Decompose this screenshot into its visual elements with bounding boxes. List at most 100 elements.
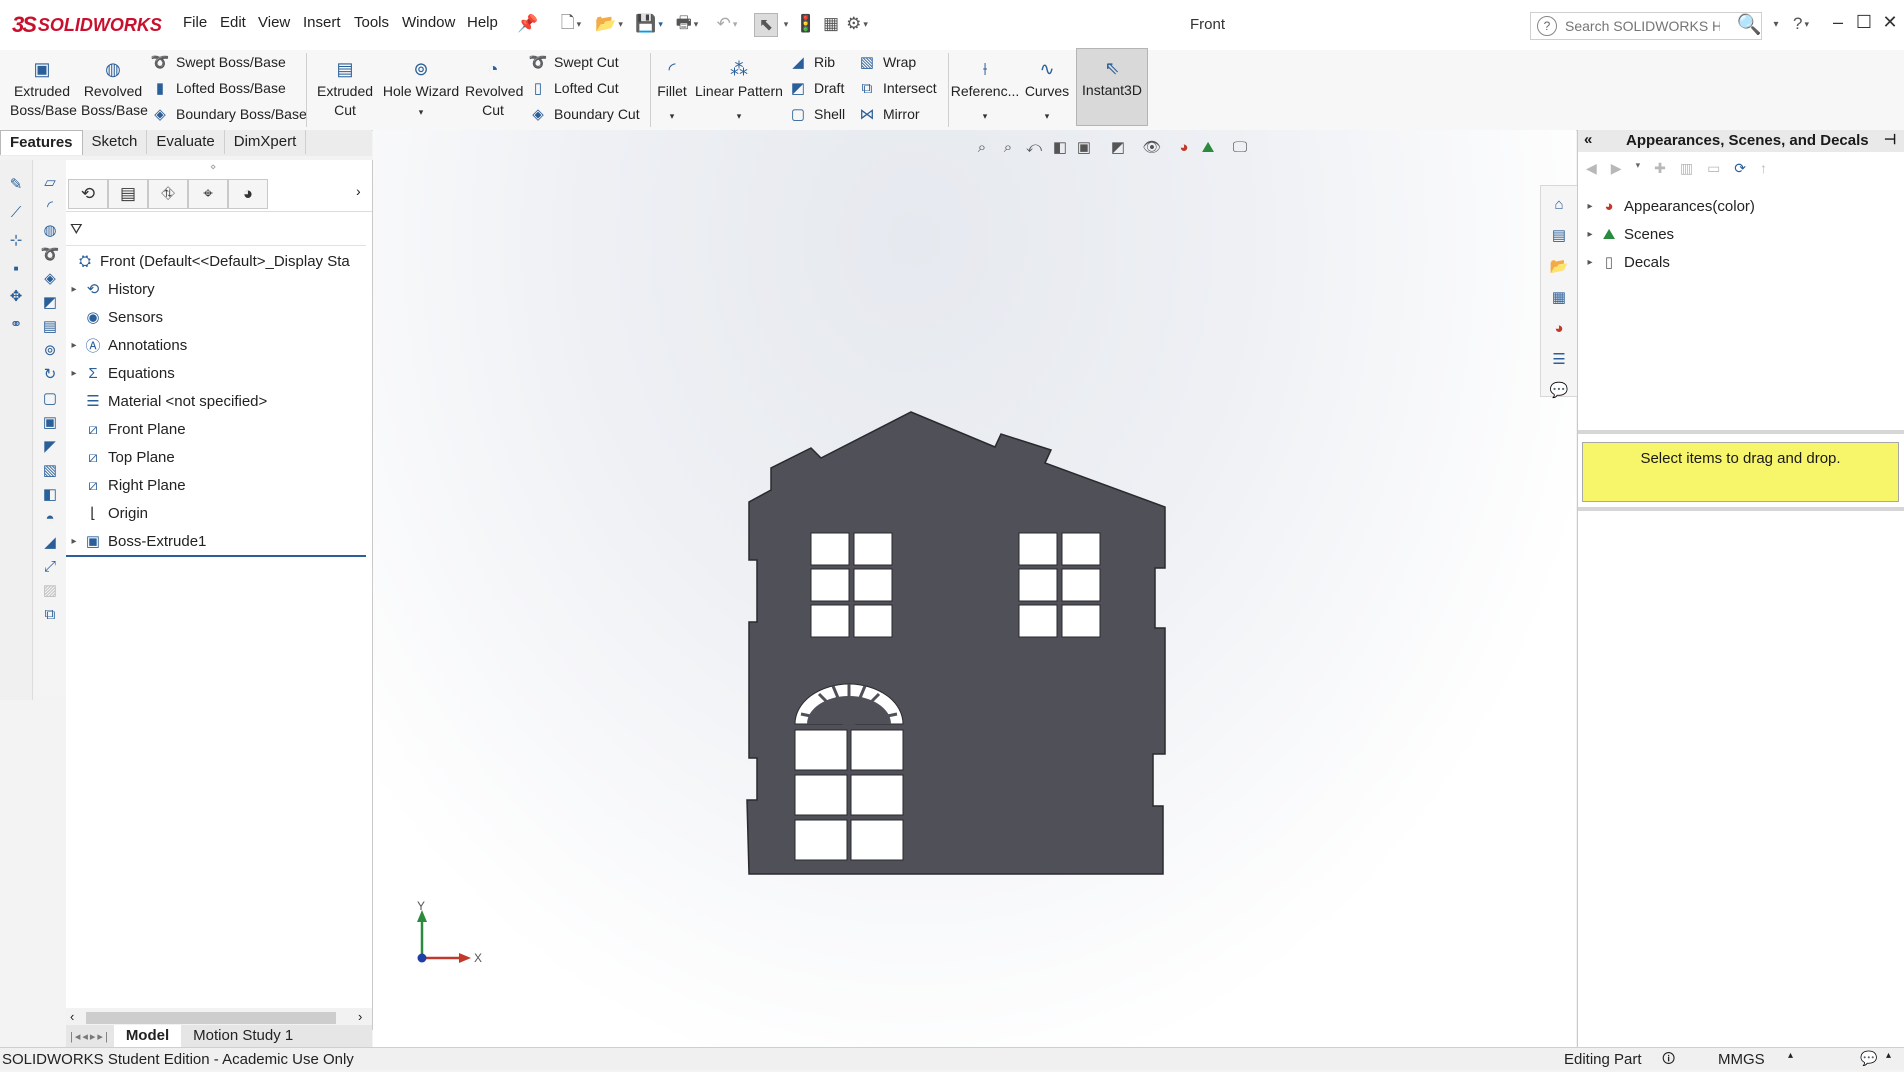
boundary-cut-button[interactable]: ◈ Boundary Cut (528, 102, 639, 126)
refresh-icon[interactable]: ⟳ (1734, 160, 1746, 177)
print-icon[interactable]: 🖶 ▾ (676, 13, 699, 35)
forward-arrow-icon[interactable]: ▶ (1611, 160, 1622, 177)
hole-wizard-dropdown-icon[interactable]: ▾ (419, 103, 424, 122)
reference-geometry-button[interactable]: ⟊ Referenc... ▾ (951, 52, 1019, 126)
design-library-icon[interactable]: ▤ (1546, 222, 1572, 248)
select-cursor-icon[interactable]: ⬉ (754, 13, 778, 37)
linear-pattern-dropdown-icon[interactable]: ▾ (737, 107, 742, 126)
units-menu-icon[interactable]: ▴ (1788, 1050, 1793, 1061)
scale-tool-icon[interactable]: ⤢ (38, 554, 62, 578)
wrap-button[interactable]: ▧ Wrap (857, 50, 937, 74)
swept-boss-button[interactable]: ➰ Swept Boss/Base (150, 50, 307, 74)
close-icon[interactable]: ✕ (1878, 12, 1902, 33)
scroll-left-icon[interactable]: ‹ (70, 1009, 74, 1024)
rib-tool-icon[interactable]: ◢ (38, 530, 62, 554)
hole-tool-icon[interactable]: ⊚ (38, 338, 62, 362)
draft-button[interactable]: ◩ Draft (788, 76, 845, 100)
tab-features[interactable]: Features (0, 130, 83, 155)
curves-dropdown-icon[interactable]: ▾ (1045, 107, 1050, 126)
history-dropdown-icon[interactable]: ▾ (1636, 160, 1641, 177)
intersect-button[interactable]: ⧉ Intersect (857, 76, 937, 100)
shell-button[interactable]: ▢ Shell (788, 102, 845, 126)
mirror-button[interactable]: ⋈ Mirror (857, 102, 937, 126)
disabled-tool-icon[interactable]: ▨ (38, 578, 62, 602)
status-dropdown-icon[interactable]: ▴ (1886, 1050, 1891, 1061)
display-manager-tab-icon[interactable]: ◕ (228, 179, 268, 209)
status-units[interactable]: MMGS (1718, 1051, 1765, 1068)
chamfer-tool-icon[interactable]: ◤ (38, 434, 62, 458)
forum-icon[interactable]: 💬 (1546, 377, 1572, 403)
fillet-dropdown-icon[interactable]: ▾ (670, 107, 675, 126)
swept-cut-button[interactable]: ➰ Swept Cut (528, 50, 640, 74)
expand-arrow-icon[interactable]: ▸ (66, 340, 82, 351)
tree-item-decals[interactable]: ▸ ▯ Decals (1582, 248, 1892, 276)
wrap-tool-icon[interactable]: ▧ (38, 458, 62, 482)
mate-icon[interactable]: ⚭ (4, 312, 28, 336)
plane-tool-icon[interactable]: ▱ (38, 170, 62, 194)
search-dropdown-icon[interactable]: ▾ (1765, 13, 1787, 35)
save-icon[interactable]: 💾 ▾ (635, 13, 663, 35)
tree-item-material[interactable]: ☰ Material <not specified> (66, 387, 372, 415)
line-icon[interactable]: ⟋ (4, 200, 28, 224)
file-explorer-icon[interactable]: 📂 (1546, 253, 1572, 279)
extruded-boss-button[interactable]: ▣ Extruded Boss/Base (8, 52, 77, 120)
splitter[interactable] (1578, 507, 1904, 511)
new-folder-icon[interactable]: ▭ (1707, 160, 1720, 177)
tree-item-origin[interactable]: ⌊ Origin (66, 499, 372, 527)
file-properties-icon[interactable]: ▦ (820, 13, 842, 35)
tree-item-scenes[interactable]: ▸ ⛰ Scenes (1582, 220, 1892, 248)
coordinate-system-icon[interactable]: ⊹ (4, 228, 28, 252)
tree-item-appearances[interactable]: ▸ ◕ Appearances(color) (1582, 192, 1892, 220)
rotate-tool-icon[interactable]: ↻ (38, 362, 62, 386)
rib-button[interactable]: ◢ Rib (788, 50, 845, 74)
expand-arrow-icon[interactable]: ▸ (66, 368, 82, 379)
view-palette-icon[interactable]: ▦ (1546, 284, 1572, 310)
extruded-cut-button[interactable]: ▤ Extruded Cut (314, 52, 376, 120)
tree-item-sensors[interactable]: ◉ Sensors (66, 303, 372, 331)
menu-edit[interactable]: Edit (220, 14, 246, 31)
graphics-viewport[interactable]: ⌕ ⌕ ⤺ ◧ ▣ ◩ 👁 ◕ ⛰ 🖵 Y X (373, 130, 1576, 1047)
minimize-icon[interactable]: – (1826, 12, 1850, 33)
draft-tool-icon[interactable]: ◩ (38, 290, 62, 314)
appearances-tab-icon[interactable]: ◕ (1546, 315, 1572, 341)
tab-motion-study[interactable]: Motion Study 1 (181, 1025, 305, 1047)
dimxpert-manager-tab-icon[interactable]: ⌖ (188, 179, 228, 209)
configuration-manager-tab-icon[interactable]: ⛗ (148, 179, 188, 209)
point-icon[interactable]: ■ (4, 256, 28, 280)
custom-properties-icon[interactable]: ☰ (1546, 346, 1572, 372)
splitter[interactable] (1578, 430, 1904, 434)
open-icon[interactable]: 📂 ▾ (595, 13, 623, 35)
options-gear-icon[interactable]: ⚙ ▾ (846, 13, 868, 35)
menu-insert[interactable]: Insert (303, 14, 341, 31)
tab-nav-arrows-icon[interactable]: |◂◂▸▸| (66, 1030, 114, 1043)
cut-tool-icon[interactable]: ▤ (38, 314, 62, 338)
sketch-icon[interactable]: ✎ (4, 172, 28, 196)
rebuild-icon[interactable]: 🚦 (795, 13, 817, 35)
tree-item-history[interactable]: ▸ ⟲ History (66, 275, 372, 303)
tree-item-annotations[interactable]: ▸ Ⓐ Annotations (66, 331, 372, 359)
menu-window[interactable]: Window (402, 14, 455, 31)
expand-arrow-icon[interactable]: ▸ (66, 284, 82, 295)
chevron-right-icon[interactable]: › (356, 183, 361, 199)
search-input[interactable] (1563, 17, 1722, 35)
tree-item-equations[interactable]: ▸ Σ Equations (66, 359, 372, 387)
lofted-boss-button[interactable]: ▮ Lofted Boss/Base (150, 76, 307, 100)
expand-arrow-icon[interactable]: ▸ (1582, 201, 1598, 212)
menu-view[interactable]: View (258, 14, 290, 31)
expand-arrow-icon[interactable]: ▸ (1582, 229, 1598, 240)
tab-dimxpert[interactable]: DimXpert (225, 130, 307, 154)
revolve-tool-icon[interactable]: ◍ (38, 218, 62, 242)
fillet-button[interactable]: ◜ Fillet ▾ (652, 52, 692, 126)
drag-drop-area[interactable]: Select items to drag and drop. (1582, 442, 1899, 502)
fillet-tool-icon[interactable]: ◜ (38, 194, 62, 218)
pin-pane-icon[interactable]: ⊣ (1884, 131, 1896, 148)
reference-dropdown-icon[interactable]: ▾ (983, 107, 988, 126)
search-box[interactable]: ? (1530, 12, 1762, 40)
tab-sketch[interactable]: Sketch (83, 130, 148, 154)
pin-icon[interactable]: 📌 (517, 13, 539, 35)
tree-item-right-plane[interactable]: ⧄ Right Plane (66, 471, 372, 499)
maximize-icon[interactable]: ☐ (1852, 12, 1876, 33)
tree-item-front-plane[interactable]: ⧄ Front Plane (66, 415, 372, 443)
property-manager-tab-icon[interactable]: ▤ (108, 179, 148, 209)
menu-help[interactable]: Help (467, 14, 498, 31)
